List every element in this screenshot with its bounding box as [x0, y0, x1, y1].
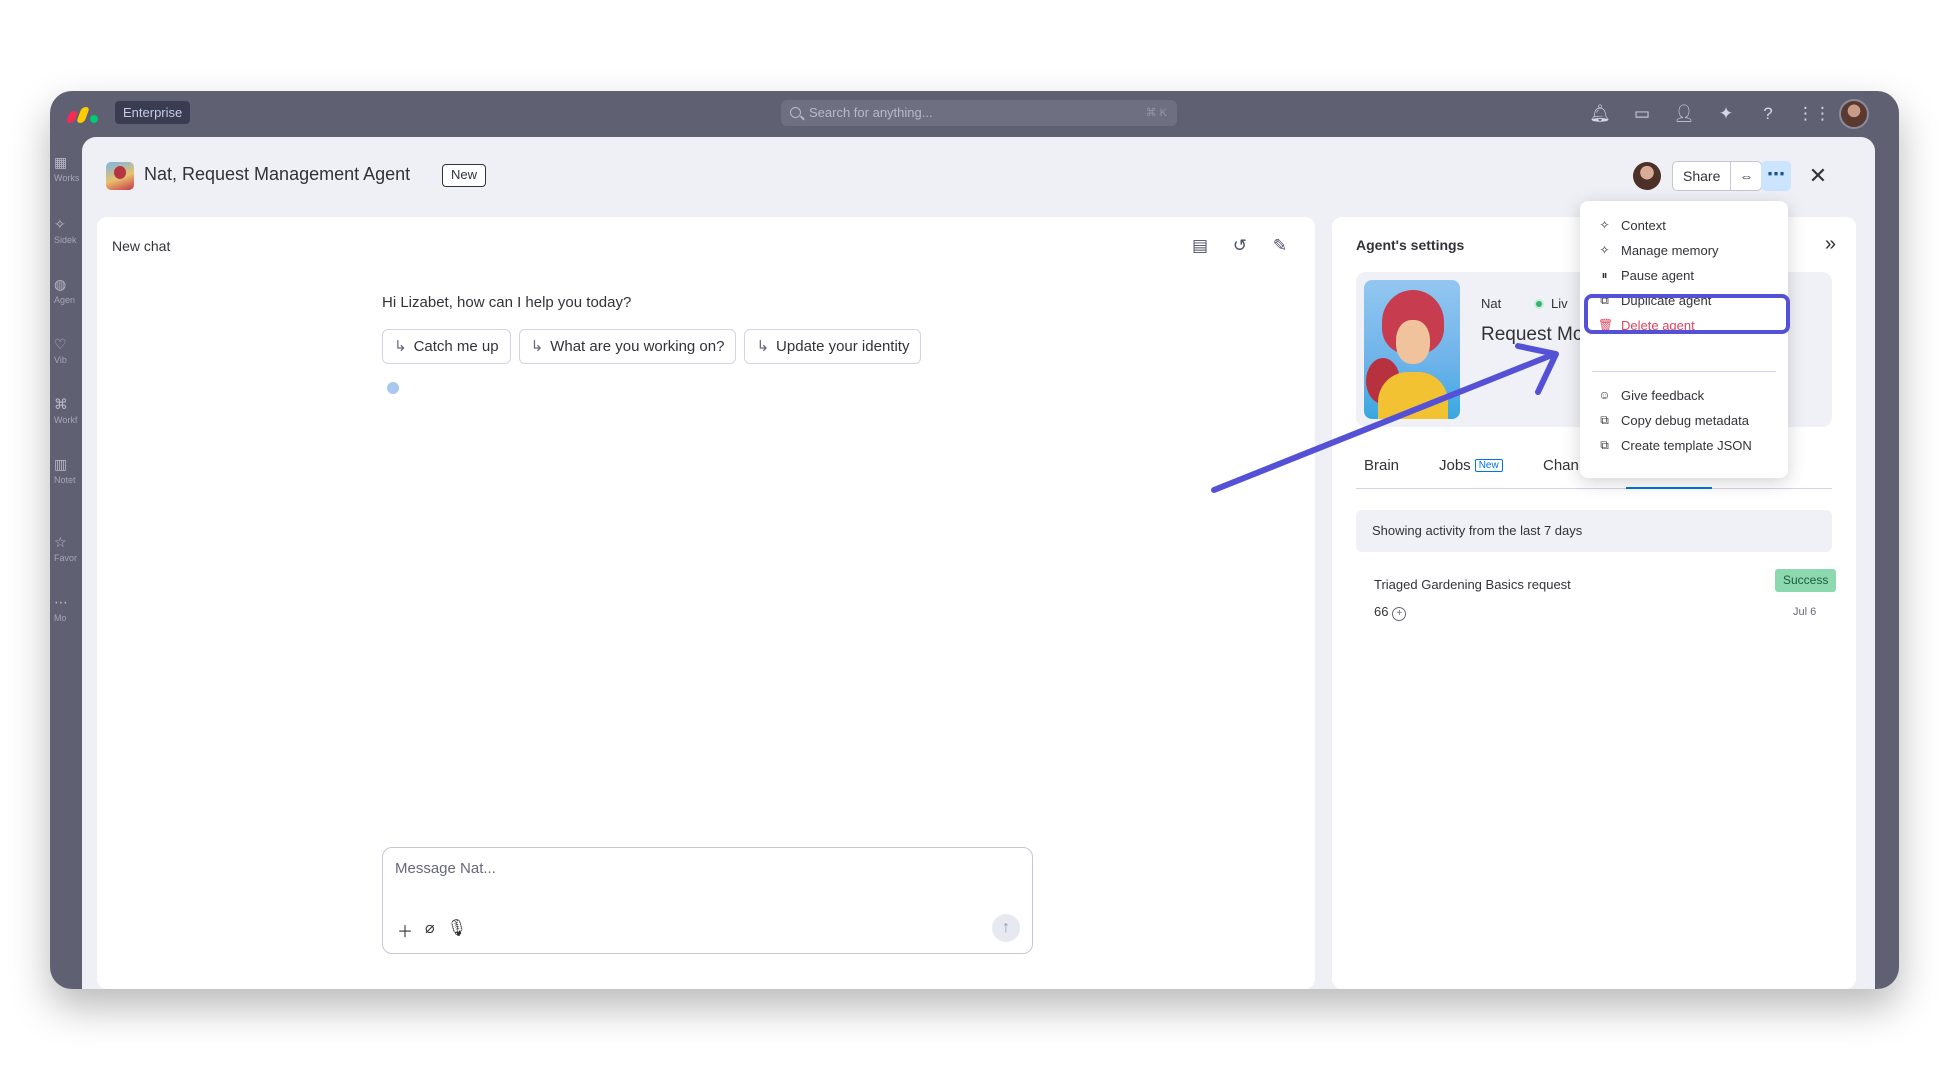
typing-indicator — [387, 382, 399, 394]
close-icon: ✕ — [1808, 163, 1828, 188]
close-button[interactable]: ✕ — [1803, 161, 1833, 191]
sparkle-icon: ✧ — [1599, 218, 1610, 232]
attachment-icon[interactable]: ⌀ — [425, 918, 435, 942]
live-status-label: Liv — [1551, 296, 1568, 311]
link-icon: ⇔ — [1739, 168, 1754, 184]
chat-panel: New chat ▤ ↺ ✎ Hi Lizabet, how can I hel… — [97, 217, 1315, 989]
collapse-panel-button[interactable]: » — [1825, 233, 1836, 256]
microphone-icon[interactable]: 🎙︎ — [447, 918, 467, 942]
top-bar: Enterprise Search for anything... ⌘ K 🔔︎… — [50, 91, 1899, 136]
invite-user-icon[interactable]: 👤︎ — [1671, 101, 1697, 127]
message-input[interactable] — [395, 860, 1015, 877]
rail-item-vibe[interactable]: ♡ Vib — [54, 336, 82, 365]
agent-name: Nat — [1481, 296, 1502, 311]
owner-avatar[interactable] — [1633, 162, 1661, 190]
annotation-arrow — [1211, 343, 1559, 493]
rail-item-notetaker[interactable]: ▥ Notet — [54, 456, 82, 485]
modal-title: Nat, Request Management Agent — [144, 164, 411, 184]
logo-dot-green — [90, 115, 98, 123]
heart-icon: ♡ — [54, 336, 67, 352]
rail-item-favorites[interactable]: ☆ Favor — [54, 534, 82, 563]
search-placeholder: Search for anything... — [809, 105, 933, 120]
suggestion-list: ↳ Catch me up ↳ What are you working on? ↳… — [382, 329, 922, 364]
ellipsis-icon: ⋯ — [1767, 164, 1785, 184]
workflow-icon: ⌘ — [54, 396, 68, 412]
history-icon[interactable]: ↺ — [1229, 235, 1251, 257]
rail-item-more[interactable]: ⋯ Mo — [54, 594, 82, 623]
rail-item-sidekick[interactable]: ✧ Sidek — [54, 216, 82, 245]
plus-icon[interactable]: ＋ — [397, 918, 413, 942]
agent-avatar-small — [106, 162, 134, 190]
enterprise-badge: Enterprise — [115, 101, 191, 124]
active-tab-indicator — [1626, 487, 1712, 489]
search-shortcut: ⌘ K — [1145, 107, 1167, 119]
chat-tools: ▤ ↺ ✎ — [1189, 235, 1291, 257]
agent-icon: ◍ — [54, 276, 67, 292]
settings-title: Agent's settings — [1356, 237, 1465, 253]
activity-item-title[interactable]: Triaged Gardening Basics request — [1374, 577, 1571, 592]
activity-count: 66 + — [1374, 604, 1407, 621]
suggestion-working-on[interactable]: ↳ What are you working on? — [518, 329, 737, 364]
apps-icon[interactable]: ✦ — [1713, 101, 1739, 127]
inbox-icon[interactable]: ▭ — [1629, 101, 1655, 127]
monday-logo[interactable] — [65, 103, 98, 123]
reply-arrow-icon: ↳ — [530, 338, 544, 355]
double-chevron-right-icon: » — [1824, 233, 1836, 255]
user-avatar[interactable] — [1839, 99, 1869, 129]
send-button[interactable]: ↑ — [992, 914, 1020, 942]
activity-date: Jul 6 — [1793, 606, 1817, 618]
logo-bar-yellow — [76, 107, 90, 123]
reply-arrow-icon: ↳ — [756, 338, 770, 355]
copy-link-button[interactable]: ⇔ — [1731, 162, 1761, 190]
suggestion-catch-me-up[interactable]: ↳ Catch me up — [382, 329, 511, 364]
composer-actions: ＋ ⌀ 🎙︎ — [397, 918, 467, 942]
rail-item-workspaces[interactable]: ▦ Works — [54, 154, 82, 183]
pause-icon: ⏸︎ — [1601, 268, 1608, 282]
menu-separator — [1592, 371, 1776, 372]
notetaker-icon: ▥ — [54, 456, 68, 472]
share-button[interactable]: Share — [1673, 162, 1732, 190]
reply-arrow-icon: ↳ — [394, 338, 407, 355]
live-status-icon — [1534, 299, 1544, 309]
plus-circle-icon: + — [1392, 607, 1407, 621]
share-group: Share ⇔ — [1672, 161, 1763, 191]
duplicate-agent-highlight — [1584, 294, 1790, 334]
star-icon: ☆ — [54, 534, 67, 550]
sparkle-icon: ✧ — [1599, 243, 1610, 257]
chat-title: New chat — [112, 238, 171, 254]
more-icon: ⋯ — [54, 594, 68, 610]
sparkle-icon: ✧ — [54, 216, 66, 232]
suggestion-update-identity[interactable]: ↳ Update your identity — [744, 329, 922, 364]
arrow-up-icon: ↑ — [1002, 919, 1010, 936]
global-search-input[interactable]: Search for anything... ⌘ K — [781, 100, 1177, 126]
top-icons: 🔔︎ ▭ 👤︎ ✦ ? ⋮⋮ — [1587, 99, 1869, 129]
rail-item-agents[interactable]: ◍ Agen — [54, 276, 82, 305]
rail-item-workflows[interactable]: ⌘ Workf — [54, 396, 82, 425]
more-options-button[interactable]: ⋯ — [1761, 161, 1791, 191]
greeting-message: Hi Lizabet, how can I help you today? — [382, 294, 632, 311]
new-chat-icon[interactable]: ✎ — [1269, 235, 1291, 257]
search-icon — [790, 107, 801, 118]
help-icon[interactable]: ? — [1755, 101, 1781, 127]
menu-item-create-template-json[interactable]: ⧉ Create template JSON — [1580, 431, 1788, 461]
new-badge: New — [442, 164, 487, 187]
bell-icon[interactable]: 🔔︎ — [1587, 101, 1613, 127]
more-options-menu: ✧ Context ✧ Manage memory ⏸︎ Pause agent ⧉ D… — [1580, 201, 1788, 478]
grid-icon[interactable]: ⋮⋮ — [1797, 101, 1831, 127]
workspaces-icon: ▦ — [54, 154, 68, 170]
activity-range-banner: Showing activity from the last 7 days — [1356, 510, 1832, 552]
message-composer: ＋ ⌀ 🎙︎ ↑ — [382, 847, 1033, 954]
arrow-shaft — [1211, 352, 1555, 493]
status-badge: Success — [1775, 569, 1837, 592]
document-icon[interactable]: ▤ — [1189, 235, 1211, 257]
left-rail: ▦ Works ✧ Sidek ◍ Agen ♡ Vib ⌘ Workf ▥ Notet ☆… — [50, 136, 82, 989]
